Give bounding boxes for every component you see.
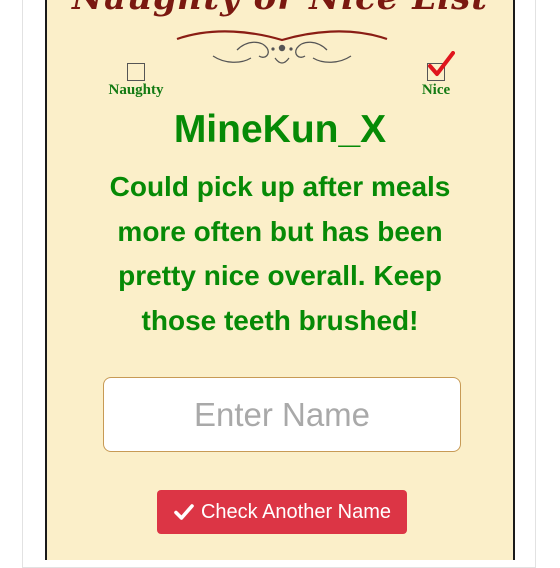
check-another-name-button[interactable]: Check Another Name [157, 490, 407, 534]
name-input[interactable] [103, 377, 461, 452]
list-title: Naughty or Nice List [47, 0, 513, 28]
naughty-label: Naughty [108, 82, 164, 98]
naughty-checkbox[interactable] [127, 63, 145, 81]
naughty-nice-scroll: Naughty or Nice List Naughty Nice MineKu… [45, 0, 515, 560]
checkmark-icon [428, 51, 455, 76]
check-icon [174, 504, 194, 520]
nice-checkbox[interactable] [427, 51, 455, 81]
nice-option[interactable]: Nice [413, 51, 459, 99]
nice-label: Nice [421, 82, 451, 98]
naughty-option[interactable]: Naughty [104, 63, 168, 99]
result-name: MineKun_X [173, 108, 387, 151]
check-another-name-label: Check Another Name [200, 500, 392, 523]
result-message: Could pick up after meals more often but… [109, 171, 451, 336]
ornament-flourish-icon [176, 30, 388, 64]
